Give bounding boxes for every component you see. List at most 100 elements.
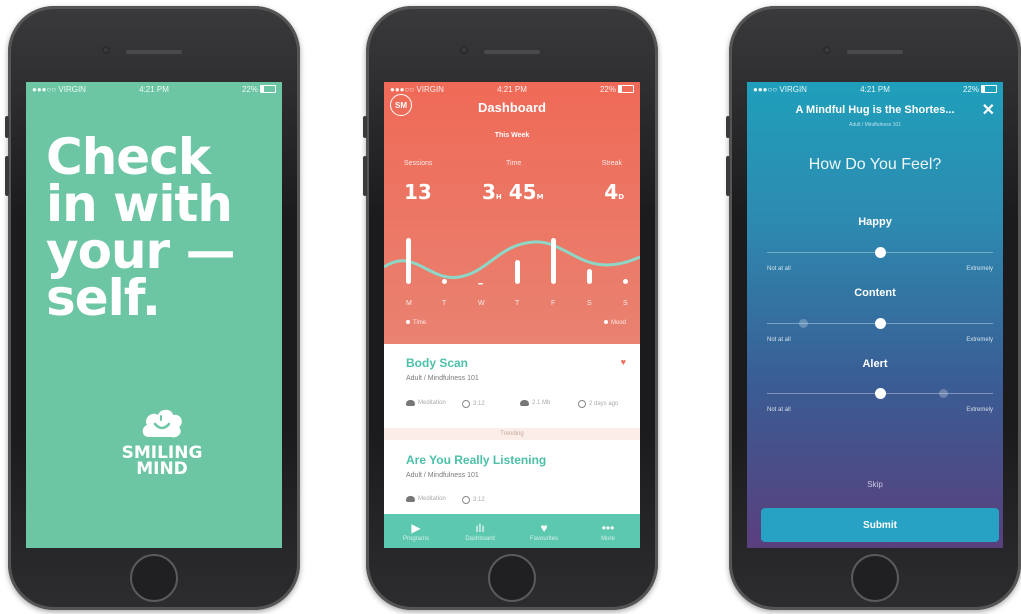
phone-frame-2: ●●●○○ VIRGIN 4:21 PM 22% S M Dashboard Th… bbox=[363, 6, 658, 610]
happy-slider[interactable] bbox=[767, 247, 993, 258]
legend-mood-label: Mood bbox=[610, 320, 626, 326]
tab-label: More bbox=[601, 535, 615, 542]
front-camera bbox=[823, 46, 831, 54]
hours-unit: H bbox=[495, 193, 502, 201]
dashboard-screen: ●●●○○ VIRGIN 4:21 PM 22% S M Dashboard Th… bbox=[384, 82, 640, 548]
skip-link[interactable]: Skip bbox=[747, 480, 1003, 489]
headline-line: your — bbox=[46, 222, 236, 280]
home-button[interactable] bbox=[130, 554, 178, 602]
more-dots-icon: ••• bbox=[601, 520, 615, 535]
mood-curve bbox=[384, 240, 640, 279]
age-label: 2 days ago bbox=[589, 401, 619, 407]
size-label: 2.1 Mb bbox=[532, 400, 551, 406]
legend-mood: Mood bbox=[603, 320, 626, 326]
time-bar-monday bbox=[406, 238, 411, 284]
sessions-label: Sessions bbox=[404, 160, 433, 167]
battery-icon bbox=[618, 85, 634, 94]
session-card[interactable]: Body Scan ♥ Adult / Mindfulness 101 Medi… bbox=[384, 344, 640, 428]
time-bar-sunday bbox=[623, 279, 628, 284]
session-card[interactable]: Are You Really Listening Adult / Mindful… bbox=[384, 440, 640, 514]
tab-favourites[interactable]: ♥ Favourites bbox=[512, 514, 576, 548]
volume-up-button bbox=[726, 156, 730, 196]
alert-min-label: Not at all bbox=[767, 407, 791, 413]
content-min-label: Not at all bbox=[767, 337, 791, 343]
card-subtitle: Adult / Mindfulness 101 bbox=[406, 472, 479, 479]
content-slider-tick bbox=[799, 319, 809, 328]
duration-meta: 3:12 bbox=[462, 496, 485, 504]
time-value: 3H 45M bbox=[482, 180, 544, 204]
card-title: Body Scan bbox=[406, 356, 469, 370]
phone-frame-1: ●●●○○ VIRGIN 4:21 PM 22% Check in with y… bbox=[5, 6, 300, 610]
card-title: Are You Really Listening bbox=[406, 453, 547, 467]
headline-line: Check bbox=[46, 128, 211, 186]
type-label: Meditation bbox=[418, 400, 446, 406]
happy-max-label: Extremely bbox=[966, 266, 993, 272]
clock: 4:21 PM bbox=[497, 84, 527, 94]
mute-switch bbox=[5, 116, 9, 138]
clock-icon bbox=[462, 400, 470, 408]
tab-label: Dashboard bbox=[465, 535, 495, 542]
day-label: M bbox=[406, 300, 412, 307]
mood-label-content: Content bbox=[854, 287, 896, 299]
headline-line: self. bbox=[46, 269, 161, 327]
cloud-icon bbox=[406, 496, 415, 502]
page-title: Dashboard bbox=[478, 100, 546, 115]
streak-label: Streak bbox=[601, 160, 622, 167]
tab-dashboard[interactable]: ılı Dashboard bbox=[448, 514, 512, 548]
happy-slider-thumb[interactable] bbox=[875, 247, 886, 258]
status-bar: ●●●○○ VIRGIN 4:21 PM 22% bbox=[26, 82, 282, 96]
tab-more[interactable]: ••• More bbox=[576, 514, 640, 548]
duration-label: 3:12 bbox=[473, 497, 485, 503]
mute-switch bbox=[363, 116, 367, 138]
weekly-chart bbox=[384, 238, 640, 285]
alert-slider-thumb[interactable] bbox=[875, 388, 886, 399]
favourite-heart-icon[interactable]: ♥ bbox=[621, 357, 626, 367]
alert-max-label: Extremely bbox=[966, 407, 993, 413]
sessions-value: 13 bbox=[404, 180, 432, 204]
minutes-unit: M bbox=[536, 193, 544, 201]
content-slider[interactable] bbox=[767, 318, 993, 329]
submit-button[interactable]: Submit bbox=[761, 508, 999, 542]
front-camera bbox=[102, 46, 110, 54]
front-camera bbox=[460, 46, 468, 54]
time-bar-wednesday bbox=[478, 283, 483, 285]
clock-icon bbox=[462, 496, 470, 504]
type-label: Meditation bbox=[418, 496, 446, 502]
mood-label-alert: Alert bbox=[862, 358, 888, 370]
time-label: Time bbox=[506, 160, 522, 167]
happy-min-label: Not at all bbox=[767, 266, 791, 272]
time-bar-saturday bbox=[587, 269, 592, 284]
earpiece-speaker bbox=[484, 50, 540, 54]
day-label: W bbox=[478, 300, 485, 307]
age-meta: 2 days ago bbox=[578, 400, 618, 408]
mood-check-screen: ●●●○○ VIRGIN 4:21 PM 22% A Mindful Hug i… bbox=[747, 82, 1003, 548]
time-hours: 3 bbox=[482, 180, 496, 204]
cloud-icon bbox=[406, 400, 415, 406]
session-subtitle: Adult / Mindfulness 101 bbox=[849, 122, 901, 128]
time-bar-friday bbox=[551, 238, 556, 284]
earpiece-speaker bbox=[126, 50, 182, 54]
home-button[interactable] bbox=[851, 554, 899, 602]
logo-word-mind: MIND bbox=[136, 459, 188, 479]
legend-time-label: Time bbox=[413, 320, 427, 326]
alert-slider[interactable] bbox=[767, 388, 993, 399]
period-label: This Week bbox=[494, 132, 530, 139]
day-label: T bbox=[442, 300, 447, 307]
time-minutes: 45 bbox=[508, 180, 537, 204]
content-max-label: Extremely bbox=[966, 337, 993, 343]
clock: 4:21 PM bbox=[139, 84, 169, 94]
dashboard-header: ●●●○○ VIRGIN 4:21 PM 22% S M Dashboard Th… bbox=[384, 82, 640, 344]
mood-label-happy: Happy bbox=[858, 216, 892, 228]
alert-slider-tick bbox=[939, 389, 949, 398]
tab-programs[interactable]: ▶ Programs bbox=[384, 514, 448, 548]
day-label: S bbox=[587, 300, 592, 307]
content-slider-thumb[interactable] bbox=[875, 318, 886, 329]
splash-screen: ●●●○○ VIRGIN 4:21 PM 22% Check in with y… bbox=[26, 82, 282, 548]
status-bar: ●●●○○ VIRGIN 4:21 PM 22% bbox=[747, 82, 1003, 96]
home-button[interactable] bbox=[488, 554, 536, 602]
heart-icon: ♥ bbox=[540, 520, 548, 535]
session-title: A Mindful Hug is the Shortes... bbox=[795, 104, 955, 116]
trending-divider: Trending bbox=[384, 428, 640, 440]
time-bar-thursday bbox=[515, 260, 520, 284]
close-icon[interactable]: ✕ bbox=[982, 100, 995, 120]
